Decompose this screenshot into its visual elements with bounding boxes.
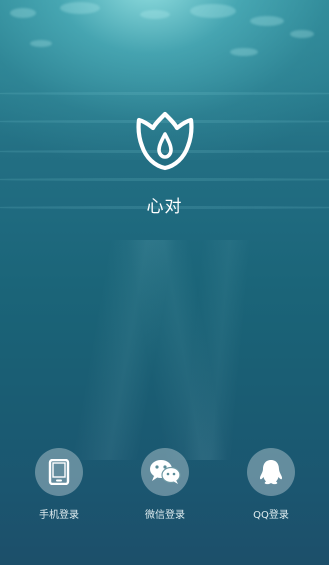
wechat-login-label: 微信登录: [145, 510, 185, 521]
phone-icon: [48, 459, 70, 485]
surface-ripple: [60, 2, 100, 14]
surface-ripple: [10, 8, 36, 18]
qq-penguin-icon: [259, 460, 283, 485]
qq-login-button[interactable]: QQ登录: [231, 448, 311, 521]
phone-login-button[interactable]: 手机登录: [19, 448, 99, 521]
wechat-login-button[interactable]: 微信登录: [125, 448, 205, 521]
light-rays: [0, 240, 329, 460]
login-screen: 心对 手机登录 微信登录 QQ登录: [0, 0, 329, 565]
wechat-icon: [150, 460, 181, 484]
login-options: 手机登录 微信登录 QQ登录: [0, 448, 329, 528]
wechat-login-circle[interactable]: [141, 448, 189, 496]
surface-ripple: [140, 10, 170, 19]
surface-ripple: [290, 30, 314, 38]
surface-ripple: [250, 16, 284, 26]
surface-ripple: [230, 48, 258, 56]
wave-band: [0, 92, 329, 95]
qq-login-circle[interactable]: [247, 448, 295, 496]
surface-ripple: [190, 4, 236, 18]
qq-login-label: QQ登录: [253, 510, 289, 521]
surface-ripple: [30, 40, 52, 47]
phone-login-label: 手机登录: [39, 510, 79, 521]
tulip-drop-logo-icon: [136, 111, 193, 171]
app-name: 心对: [146, 197, 183, 217]
brand-block: 心对: [0, 110, 329, 217]
phone-login-circle[interactable]: [35, 448, 83, 496]
